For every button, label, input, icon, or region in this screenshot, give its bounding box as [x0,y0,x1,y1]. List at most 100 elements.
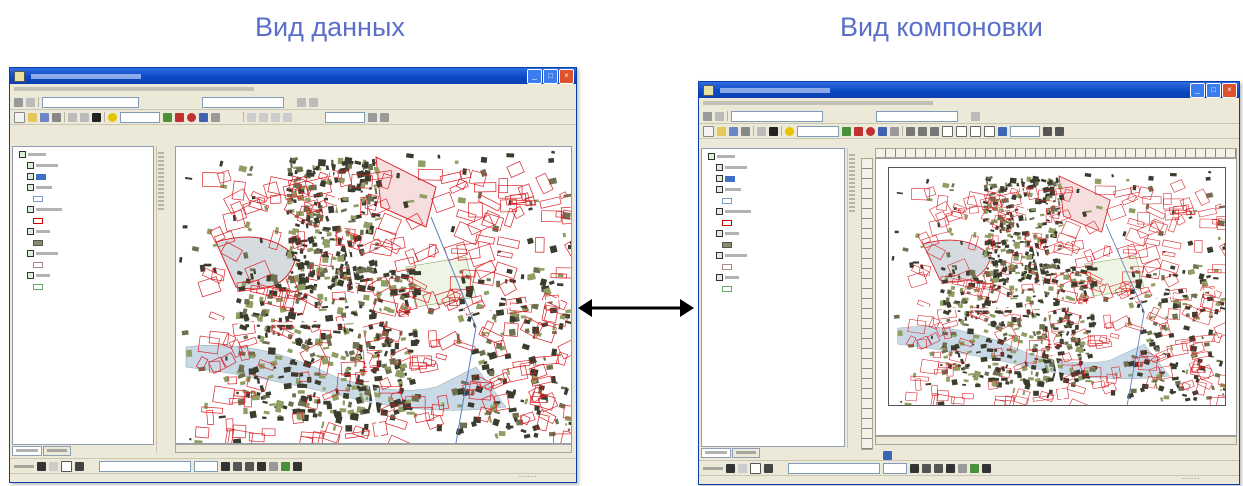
layout-tool-icon[interactable] [1043,126,1052,136]
tab-source[interactable] [43,446,71,456]
close-icon[interactable]: × [559,69,574,84]
save-icon[interactable] [729,126,738,136]
minimize-icon[interactable]: _ [1190,83,1205,98]
zoom-icon[interactable] [368,112,377,122]
fill-color-icon[interactable] [958,463,967,473]
toc-layer-row[interactable] [716,175,844,182]
delete-icon[interactable] [92,112,101,122]
italic-icon[interactable] [233,461,242,471]
layout-tool-icon[interactable] [283,112,292,122]
map-canvas[interactable] [175,146,572,444]
layout-tool-icon[interactable] [984,125,995,137]
new-icon[interactable] [14,111,25,123]
toc-layer-row[interactable] [716,274,844,281]
layout-tool-icon[interactable] [970,125,981,137]
font-color-icon[interactable] [946,463,955,473]
attributes-icon[interactable] [971,111,980,121]
copy-icon[interactable] [80,112,89,122]
layout-tool-icon[interactable] [918,126,927,136]
menu-items-blurred[interactable] [703,101,933,106]
toc-layer-row[interactable] [716,252,844,259]
marker-color-icon[interactable] [293,461,302,471]
editor-icon[interactable] [842,126,851,136]
underline-icon[interactable] [245,461,254,471]
layout-view-button[interactable] [883,450,892,460]
rotate-icon[interactable] [49,461,58,471]
task-combo[interactable] [42,96,139,108]
editor-icon[interactable] [163,112,172,122]
drawing-menu-blurred[interactable] [14,464,34,468]
tab-display[interactable] [12,446,42,456]
editor-menu-icon[interactable] [703,111,712,121]
target-combo[interactable] [202,96,284,108]
zoom-combo[interactable] [325,111,365,123]
task-combo[interactable] [731,110,823,122]
editor-menu-icon[interactable] [14,97,23,107]
font-combo[interactable] [788,462,880,474]
bold-icon[interactable] [221,461,230,471]
arctoolbox-icon[interactable] [854,126,863,136]
line-color-icon[interactable] [970,463,979,473]
help-icon[interactable] [890,126,899,136]
rotate-icon[interactable] [738,463,747,473]
cut-icon[interactable] [68,112,77,122]
maximize-icon[interactable]: □ [543,69,558,84]
sketch-tool-icon[interactable] [715,111,724,121]
layout-tool-icon[interactable] [942,125,953,137]
layout-tool-icon[interactable] [271,112,280,122]
command-icon[interactable] [866,126,875,136]
add-data-icon[interactable] [785,126,794,136]
delete-icon[interactable] [769,126,778,136]
save-icon[interactable] [40,112,49,122]
catalog-icon[interactable] [199,112,208,122]
map-horizontal-scrollbar[interactable] [175,444,572,453]
target-combo[interactable] [876,110,958,122]
sketch-tool-icon[interactable] [26,97,35,107]
help-icon[interactable] [211,112,220,122]
new-icon[interactable] [703,125,714,137]
select-elements-icon[interactable] [37,461,46,471]
rectangle-icon[interactable] [750,462,761,474]
scale-combo[interactable] [797,125,839,137]
maximize-icon[interactable]: □ [1206,83,1221,98]
select-elements-icon[interactable] [726,463,735,473]
sketch-properties-icon[interactable] [309,97,318,107]
toc-layers-root[interactable] [708,153,844,160]
layer-checkbox-icon[interactable] [708,153,715,160]
layout-tool-icon[interactable] [906,126,915,136]
toc-layer-row[interactable] [716,164,844,171]
line-color-icon[interactable] [281,461,290,471]
toc-layer-row[interactable] [716,208,844,215]
layout-tool-icon[interactable] [1055,126,1064,136]
layer-checkbox-icon[interactable] [19,151,26,158]
zoom-whole-page-icon[interactable] [998,126,1007,136]
catalog-icon[interactable] [878,126,887,136]
toc-layer-row[interactable] [27,228,153,235]
font-size-combo[interactable] [883,462,907,474]
font-combo[interactable] [99,460,191,472]
layout-tool-icon[interactable] [259,112,268,122]
underline-icon[interactable] [934,463,943,473]
open-icon[interactable] [717,126,726,136]
cut-icon[interactable] [757,126,766,136]
toc-layer-row[interactable] [27,162,153,169]
toc-layer-row[interactable] [27,206,153,213]
layout-tool-icon[interactable] [247,112,256,122]
rectangle-icon[interactable] [61,460,72,472]
toc-layer-row[interactable] [27,184,153,191]
toc-layer-row[interactable] [27,250,153,257]
layout-tool-icon[interactable] [930,126,939,136]
catalog-strip[interactable] [847,148,858,448]
text-icon[interactable] [75,461,84,471]
scale-combo[interactable] [120,111,160,123]
font-color-icon[interactable] [257,461,266,471]
close-icon[interactable]: × [1222,83,1237,98]
toc-layer-row[interactable] [716,186,844,193]
print-preview-icon[interactable] [380,112,389,122]
add-data-icon[interactable] [108,112,117,122]
arctoolbox-icon[interactable] [175,112,184,122]
zoom-combo[interactable] [1010,125,1040,137]
catalog-strip[interactable] [156,146,167,453]
drawing-menu-blurred[interactable] [703,466,723,470]
bold-icon[interactable] [910,463,919,473]
